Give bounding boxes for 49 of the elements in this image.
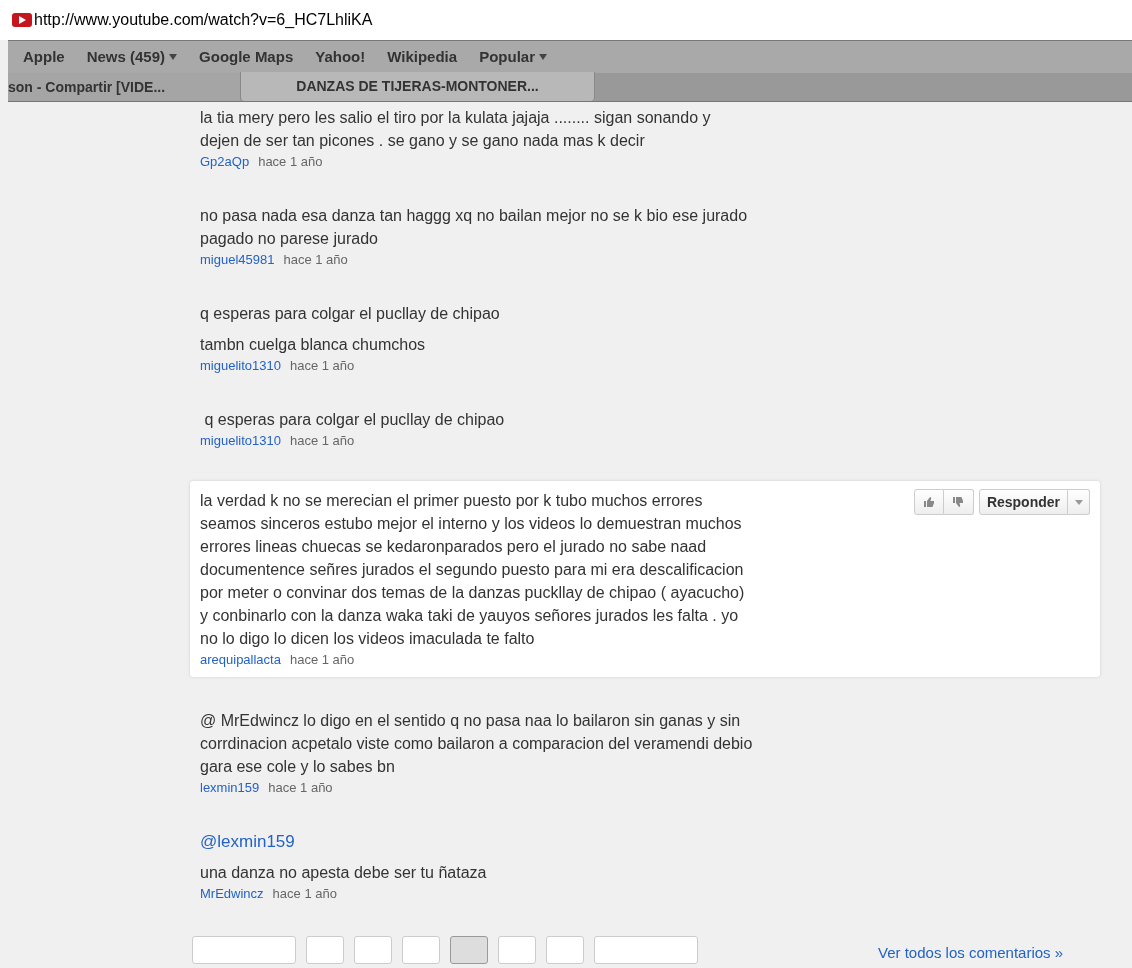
reply-button[interactable]: Responder — [978, 489, 1068, 515]
author-link[interactable]: miguel45981 — [200, 252, 275, 268]
comment-text: @ MrEdwincz lo digo en el sentido q no pasa naa lo bailaron sin ganas y sin corrdinacion acpetalo viste como bailaron a comparacion del veramendi debio gara ese cole y lo sabes bn — [200, 711, 753, 777]
author-link[interactable]: arequipallacta — [200, 652, 281, 668]
page-button[interactable] — [192, 936, 296, 964]
page-button[interactable] — [354, 936, 392, 964]
bookmark-item[interactable]: Apple — [23, 45, 65, 69]
page-button[interactable] — [306, 936, 344, 964]
video-logo-icon — [12, 13, 32, 27]
bookmark-item[interactable]: Yahoo! — [315, 45, 366, 69]
browser-tab[interactable]: son - Compartir [VIDE... — [8, 73, 240, 101]
comment-text: una danza no apesta debe ser tu ñataza — [200, 863, 487, 883]
author-link[interactable]: miguelito1310 — [200, 433, 281, 449]
comment-time: hace 1 año — [289, 358, 355, 374]
author-link[interactable]: Gp2aQp — [200, 154, 250, 170]
comment-time: hace 1 año — [283, 252, 348, 268]
caret-icon — [1074, 499, 1083, 505]
bookmark-item[interactable]: Google Maps — [199, 45, 294, 69]
mention-link[interactable]: @lexmin159 — [200, 830, 295, 853]
page-button[interactable] — [546, 936, 584, 964]
thumbs-down-icon — [952, 496, 965, 508]
like-button[interactable] — [913, 489, 944, 515]
comment-text: tambn cuelga blanca chumchos — [200, 335, 426, 355]
bookmark-item[interactable]: News (459) — [86, 45, 178, 69]
thumbs-up-icon — [922, 496, 935, 508]
author-link[interactable]: miguelito1310 — [200, 358, 281, 374]
all-comments-link[interactable]: Ver todos los comentarios » — [878, 942, 1064, 965]
author-link[interactable]: lexmin159 — [200, 780, 260, 796]
comment-time: hace 1 año — [258, 154, 323, 170]
comment-time: hace 1 año — [289, 652, 355, 668]
bookmark-item[interactable]: Popular — [479, 45, 547, 69]
reply-menu-button[interactable] — [1068, 489, 1090, 515]
comment-text: la tia mery pero les salio el tiro por la kulata jajaja ........ sigan sonando y dejen de ser tan picones . se gano y se gano nada mas k decir — [200, 108, 711, 151]
browser-tab[interactable]: DANZAS DE TIJERAS-MONTONER... — [240, 72, 595, 101]
comment-time: hace 1 año — [289, 433, 355, 449]
bookmark-item[interactable]: Wikipedia — [387, 45, 458, 69]
page-button[interactable] — [594, 936, 698, 964]
comment-text: no pasa nada esa danza tan haggg xq no bailan mejor no se k bio ese jurado pagado no parese jurado — [200, 206, 748, 249]
dislike-button[interactable] — [943, 489, 974, 515]
comment-text: la verdad k no se merecian el primer puesto por k tubo muchos errores seamos sinceros estubo mejor el interno y los videos lo demuestran muchos errores lineas chuecas se kedaronparados pero el jurado no sabe naad documentence señres jurados el segundo puesto para mi era descalificacion por meter o convinar dos temas de la danzas puckllay de chipao ( ayacucho) y conbinarlo con la danza waka taki de yauyos señores jurados les falta . yo no lo digo lo dicen los videos imaculada te falto — [200, 491, 745, 649]
comment-time: hace 1 año — [272, 886, 337, 902]
url-text[interactable]: http://www.youtube.com/watch?v=6_HC7LhliKA — [34, 8, 373, 32]
page-button[interactable] — [450, 936, 488, 964]
comment-time: hace 1 año — [268, 780, 333, 796]
page-button[interactable] — [402, 936, 440, 964]
comment-text: q esperas para colgar el pucllay de chipao — [200, 304, 500, 324]
comment-text: q esperas para colgar el pucllay de chipao — [203, 410, 505, 430]
page-button[interactable] — [498, 936, 536, 964]
author-link[interactable]: MrEdwincz — [200, 886, 264, 902]
